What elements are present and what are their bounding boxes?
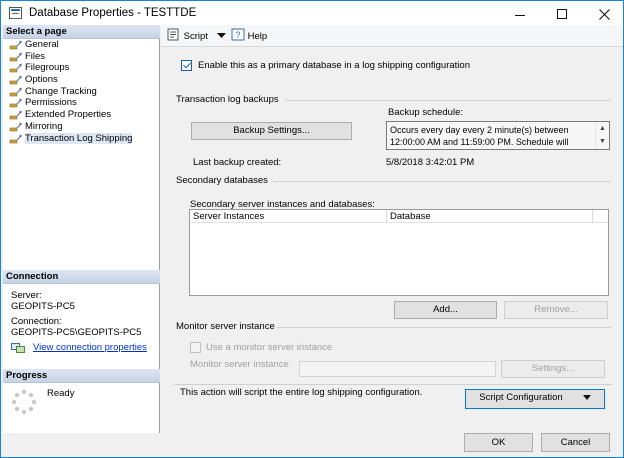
monitor-settings-button[interactable]: Settings... bbox=[501, 360, 605, 378]
chevron-down-icon bbox=[216, 33, 226, 38]
backup-schedule-label: Backup schedule: bbox=[388, 107, 463, 118]
page-item-label: Change Tracking bbox=[25, 85, 97, 97]
chevron-down-icon bbox=[582, 394, 591, 400]
wrench-icon bbox=[9, 99, 22, 108]
script-info-text: This action will script the entire log s… bbox=[180, 387, 423, 398]
progress-status: Ready bbox=[47, 388, 75, 399]
minimize-icon bbox=[515, 14, 525, 16]
page-item-label: General bbox=[25, 39, 59, 50]
chevron-up-icon[interactable]: ▲ bbox=[596, 122, 609, 135]
use-monitor-label: Use a monitor server instance bbox=[206, 342, 333, 353]
wrench-icon bbox=[9, 87, 22, 97]
wrench-icon bbox=[9, 52, 22, 61]
close-button[interactable] bbox=[585, 1, 623, 27]
wrench-icon bbox=[9, 40, 22, 50]
database-properties-window: Database Properties - TESTTDE Select a p… bbox=[0, 0, 624, 458]
database-properties-icon bbox=[9, 7, 22, 19]
maximize-icon bbox=[557, 9, 567, 20]
title-bar: Database Properties - TESTTDE bbox=[1, 1, 623, 27]
last-backup-value: 5/8/2018 3:42:01 PM bbox=[386, 157, 475, 168]
column-header-database[interactable]: Database bbox=[387, 210, 593, 223]
connection-label: Connection: bbox=[11, 316, 62, 327]
schedule-scrollbar[interactable]: ▲ ▼ bbox=[595, 122, 609, 149]
monitor-instance-input[interactable] bbox=[299, 361, 496, 377]
script-icon bbox=[167, 28, 179, 41]
monitor-divider bbox=[277, 327, 611, 328]
last-backup-label: Last backup created: bbox=[193, 157, 282, 168]
wrench-icon bbox=[9, 110, 22, 120]
backup-schedule-text[interactable]: Occurs every day every 2 minute(s) betwe… bbox=[386, 121, 610, 150]
use-monitor-checkbox[interactable] bbox=[190, 342, 201, 353]
select-page-header: Select a page bbox=[3, 25, 160, 39]
backup-schedule-value: Occurs every day every 2 minute(s) betwe… bbox=[390, 125, 569, 147]
connection-properties-icon bbox=[11, 343, 25, 353]
server-value: GEOPITS-PC5 bbox=[11, 301, 75, 312]
secondary-databases-grid[interactable]: Server Instances Database bbox=[189, 209, 609, 296]
page-item-label: Mirroring bbox=[25, 120, 63, 132]
enable-primary-checkbox[interactable] bbox=[181, 60, 192, 71]
wrench-icon bbox=[9, 64, 22, 73]
minimize-button[interactable] bbox=[501, 1, 539, 27]
page-item-transaction-log-shipping[interactable]: Transaction Log Shipping bbox=[7, 132, 157, 145]
page-item-label: Options bbox=[25, 74, 58, 86]
page-item-label: Filegroups bbox=[25, 62, 70, 74]
connection-value: GEOPITS-PC5\GEOPITS-PC5 bbox=[11, 327, 142, 338]
transaction-log-backups-label: Transaction log backups bbox=[176, 94, 279, 105]
help-button-label: Help bbox=[247, 31, 268, 42]
left-pane: Select a page General Files Filegroups O… bbox=[3, 25, 160, 433]
page-item-permissions[interactable]: Permissions bbox=[7, 97, 157, 109]
monitor-instance-label: Monitor server instance bbox=[190, 359, 289, 370]
page-item-options[interactable]: Options bbox=[7, 74, 157, 86]
wrench-icon bbox=[9, 122, 22, 132]
page-item-general[interactable]: General bbox=[7, 39, 157, 51]
cancel-button[interactable]: Cancel bbox=[541, 433, 610, 452]
backup-settings-button[interactable]: Backup Settings... bbox=[191, 122, 352, 140]
svg-text:?: ? bbox=[235, 30, 240, 40]
progress-header: Progress bbox=[3, 369, 160, 383]
page-item-change-tracking[interactable]: Change Tracking bbox=[7, 86, 157, 98]
monitor-server-instance-group-label: Monitor server instance bbox=[176, 321, 275, 332]
script-button[interactable]: Script bbox=[167, 28, 226, 44]
connection-header: Connection bbox=[3, 270, 160, 284]
secondary-divider bbox=[273, 181, 611, 182]
script-configuration-label: Script Configuration bbox=[479, 392, 563, 403]
ok-button[interactable]: OK bbox=[464, 433, 533, 452]
server-label: Server: bbox=[11, 290, 42, 301]
secondary-databases-label: Secondary databases bbox=[176, 175, 268, 186]
grid-header: Server Instances Database bbox=[190, 210, 608, 223]
script-button-label: Script bbox=[183, 31, 208, 42]
chevron-down-icon[interactable]: ▼ bbox=[596, 135, 609, 148]
page-item-label: Transaction Log Shipping bbox=[25, 132, 133, 144]
help-button[interactable]: ? Help bbox=[231, 28, 267, 44]
page-item-label: Files bbox=[25, 50, 46, 62]
tlog-divider bbox=[285, 100, 611, 101]
maximize-button[interactable] bbox=[543, 1, 581, 27]
page-item-filegroups[interactable]: Filegroups bbox=[7, 62, 157, 74]
close-icon bbox=[598, 8, 610, 20]
script-configuration-button[interactable]: Script Configuration bbox=[465, 389, 605, 409]
toolbar: Script ? Help bbox=[161, 25, 623, 47]
wrench-icon bbox=[9, 75, 22, 85]
page-item-files[interactable]: Files bbox=[7, 51, 157, 63]
add-button[interactable]: Add... bbox=[394, 301, 497, 319]
page-item-extended-properties[interactable]: Extended Properties bbox=[7, 109, 157, 121]
remove-button[interactable]: Remove... bbox=[504, 301, 608, 319]
enable-primary-label: Enable this as a primary database in a l… bbox=[198, 60, 470, 71]
page-item-mirroring[interactable]: Mirroring bbox=[7, 121, 157, 133]
page-list: General Files Filegroups Options Change … bbox=[7, 39, 157, 144]
wrench-icon bbox=[9, 134, 22, 143]
page-item-label: Extended Properties bbox=[25, 109, 112, 121]
column-header-server-instances[interactable]: Server Instances bbox=[190, 210, 387, 223]
window-title: Database Properties - TESTTDE bbox=[29, 7, 197, 19]
progress-spinner-icon bbox=[11, 389, 37, 415]
view-connection-properties-link[interactable]: View connection properties bbox=[33, 342, 147, 353]
page-item-label: Permissions bbox=[25, 97, 77, 109]
help-icon: ? bbox=[231, 28, 245, 41]
